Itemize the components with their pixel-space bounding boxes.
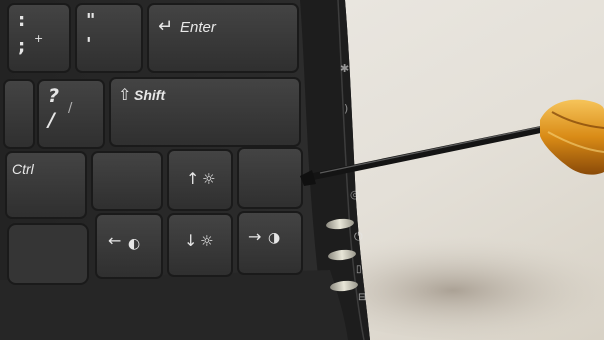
key-enter[interactable]	[147, 3, 299, 73]
bezel-icon-2: )	[344, 102, 348, 115]
semicolon-top-legend: :	[18, 10, 25, 31]
key-left-partial[interactable]	[3, 79, 35, 149]
battery-icon: ▯	[356, 264, 362, 275]
quote-bottom-legend: '	[86, 34, 92, 55]
ctrl-label: Ctrl	[12, 161, 35, 177]
enter-arrow-icon: ↵	[158, 16, 173, 37]
right-arrow-icon: →	[248, 227, 261, 246]
semicolon-bottom-legend: ;	[18, 36, 25, 57]
shift-label: Shift	[134, 87, 166, 103]
down-arrow-icon: ↓	[184, 231, 197, 250]
slash-top-legend: ?	[48, 85, 59, 107]
up-arrow-icon: ↑	[186, 169, 199, 188]
bezel-icon-3: ◎	[350, 188, 360, 201]
power-icon: ⏻	[354, 230, 363, 243]
plus-mark: +	[34, 32, 43, 45]
slash-secondary: /	[68, 101, 73, 116]
brightness-up-icon: ☼	[202, 170, 215, 188]
disk-icon: ⊟	[358, 292, 366, 303]
key-brightness-up[interactable]	[167, 149, 233, 211]
shift-arrow-icon: ⇧	[118, 85, 131, 104]
brightness-down-icon: ☼	[200, 232, 213, 250]
enter-label: Enter	[180, 19, 217, 36]
key-spacebar-partial[interactable]	[7, 223, 89, 285]
key-blank-right[interactable]	[237, 147, 303, 209]
quote-top-legend: "	[86, 10, 95, 31]
keyboard-photo: : ; + " ' ↵ Enter ? / / ⇧ Shift Ctrl ↑ ☼…	[0, 0, 604, 340]
volume-left-icon: ◐	[128, 236, 140, 252]
left-arrow-icon: ←	[108, 231, 121, 250]
key-alt-blank[interactable]	[91, 151, 163, 211]
volume-right-icon: ◑	[268, 230, 280, 246]
wireless-icon: ✱	[340, 62, 349, 75]
